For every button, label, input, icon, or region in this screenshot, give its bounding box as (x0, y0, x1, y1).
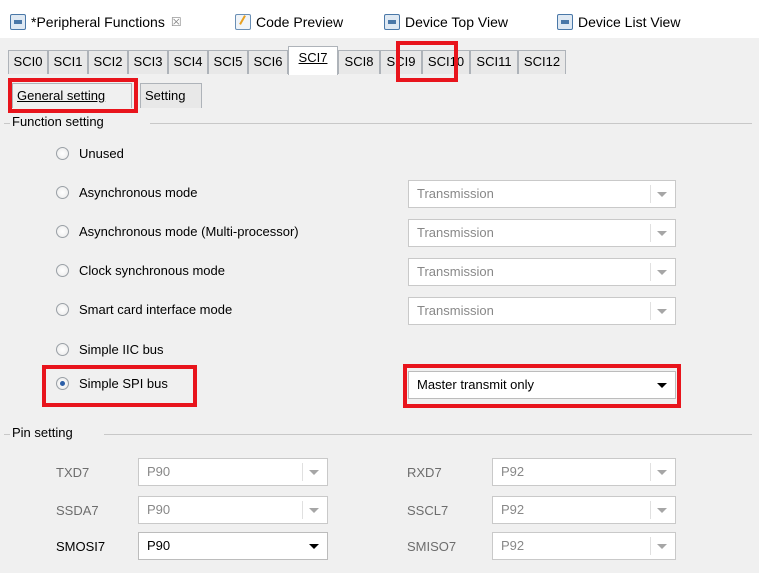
chevron-down-icon (657, 192, 667, 197)
settings-panel: Function setting Unused Asynchronous mod… (0, 108, 759, 573)
group-divider (104, 434, 752, 435)
tab-sci10[interactable]: SCI10 (422, 50, 470, 74)
select-value: P90 (147, 502, 171, 517)
close-icon[interactable]: ☒ (171, 15, 182, 29)
txd7-pin-select[interactable]: P90 (138, 458, 328, 486)
tab-sci8[interactable]: SCI8 (338, 50, 380, 74)
chevron-down-icon (657, 231, 667, 236)
group-divider (4, 434, 10, 435)
pin-label-txd7: TXD7 (56, 465, 90, 480)
tab-device-list-view[interactable]: Device List View (557, 8, 680, 36)
chip-icon (557, 14, 573, 30)
select-value: P92 (501, 538, 525, 553)
select-value: Transmission (417, 186, 494, 201)
tab-code-preview[interactable]: Code Preview (235, 8, 343, 36)
smosi7-pin-select[interactable]: P90 (138, 532, 328, 560)
tab-sci12[interactable]: SCI12 (518, 50, 566, 74)
radio-label: Clock synchronous mode (79, 263, 225, 278)
smiso7-pin-select[interactable]: P92 (492, 532, 676, 560)
select-value: Master transmit only (417, 377, 535, 392)
radio-button[interactable] (56, 186, 69, 199)
radio-button[interactable] (56, 147, 69, 160)
tab-sci4[interactable]: SCI4 (168, 50, 208, 74)
radio-label: Smart card interface mode (79, 302, 233, 317)
tab-sci3[interactable]: SCI3 (128, 50, 168, 74)
tab-sci0[interactable]: SCI0 (8, 50, 48, 74)
radio-label: Unused (79, 146, 124, 161)
pin-label-smiso7: SMISO7 (407, 539, 457, 554)
radio-label: Asynchronous mode (Multi-processor) (79, 224, 299, 239)
radio-unused[interactable]: Unused (56, 146, 124, 161)
radio-asynchronous-mode[interactable]: Asynchronous mode (56, 185, 198, 200)
chevron-down-icon (657, 508, 667, 513)
tab-general-setting[interactable]: General setting (12, 83, 132, 108)
chevron-down-icon (657, 383, 667, 388)
chevron-down-icon (657, 309, 667, 314)
radio-label: Simple IIC bus (79, 342, 164, 357)
editor-tab-bar: *Peripheral Functions ☒ Code Preview Dev… (0, 0, 759, 38)
radio-clock-synchronous[interactable]: Clock synchronous mode (56, 263, 225, 278)
chevron-down-icon (657, 470, 667, 475)
chevron-down-icon (657, 544, 667, 549)
radio-label: Simple SPI bus (79, 376, 168, 391)
sci-tab-strip: SCI0 SCI1 SCI2 SCI3 SCI4 SCI5 SCI6 SCI7 … (0, 38, 759, 75)
radio-button[interactable] (56, 225, 69, 238)
chevron-down-icon (309, 544, 319, 549)
tab-sci5[interactable]: SCI5 (208, 50, 248, 74)
group-divider (4, 123, 10, 124)
pin-setting-title: Pin setting (12, 425, 77, 440)
sub-tab-strip: General setting Setting (0, 74, 759, 109)
ssda7-pin-select[interactable]: P90 (138, 496, 328, 524)
tab-peripheral-functions[interactable]: *Peripheral Functions ☒ (10, 8, 182, 36)
tab-sci9[interactable]: SCI9 (380, 50, 422, 74)
function-setting-title: Function setting (12, 114, 108, 129)
select-value: Transmission (417, 303, 494, 318)
clock-synchronous-select[interactable]: Transmission (408, 258, 676, 286)
select-value: P92 (501, 502, 525, 517)
tab-device-top-view[interactable]: Device Top View (384, 8, 508, 36)
tab-sci11[interactable]: SCI11 (470, 50, 518, 74)
simple-spi-mode-select[interactable]: Master transmit only (408, 371, 676, 399)
chip-icon (384, 14, 400, 30)
radio-simple-spi[interactable]: Simple SPI bus (56, 376, 168, 391)
tab-label: Device List View (578, 14, 681, 30)
chevron-down-icon (657, 270, 667, 275)
radio-label: Asynchronous mode (79, 185, 198, 200)
code-icon (235, 14, 251, 30)
radio-button[interactable] (56, 303, 69, 316)
sscl7-pin-select[interactable]: P92 (492, 496, 676, 524)
chevron-down-icon (309, 470, 319, 475)
tab-sci6[interactable]: SCI6 (248, 50, 288, 74)
radio-simple-iic[interactable]: Simple IIC bus (56, 342, 164, 357)
group-divider (150, 123, 752, 124)
tab-sci7[interactable]: SCI7 (288, 46, 338, 75)
chevron-down-icon (309, 508, 319, 513)
radio-async-multiprocessor[interactable]: Asynchronous mode (Multi-processor) (56, 224, 299, 239)
radio-button[interactable] (56, 377, 69, 390)
pin-label-smosi7: SMOSI7 (56, 539, 106, 554)
radio-button[interactable] (56, 264, 69, 277)
select-value: P90 (147, 464, 171, 479)
pin-label-ssda7: SSDA7 (56, 503, 99, 518)
pin-label-rxd7: RXD7 (407, 465, 442, 480)
radio-button[interactable] (56, 343, 69, 356)
smart-card-select[interactable]: Transmission (408, 297, 676, 325)
radio-smart-card[interactable]: Smart card interface mode (56, 302, 232, 317)
select-value: Transmission (417, 264, 494, 279)
tab-sci2[interactable]: SCI2 (88, 50, 128, 74)
rxd7-pin-select[interactable]: P92 (492, 458, 676, 486)
select-value: P92 (501, 464, 525, 479)
tab-label: Device Top View (405, 14, 508, 30)
tab-setting[interactable]: Setting (140, 83, 202, 108)
tab-sci1[interactable]: SCI1 (48, 50, 88, 74)
pin-label-sscl7: SSCL7 (407, 503, 449, 518)
chip-icon (10, 14, 26, 30)
tab-label: Code Preview (256, 14, 344, 30)
select-value: Transmission (417, 225, 494, 240)
async-mode-select[interactable]: Transmission (408, 180, 676, 208)
select-value: P90 (147, 538, 171, 553)
tab-label: *Peripheral Functions (31, 14, 165, 30)
async-multiprocessor-select[interactable]: Transmission (408, 219, 676, 247)
